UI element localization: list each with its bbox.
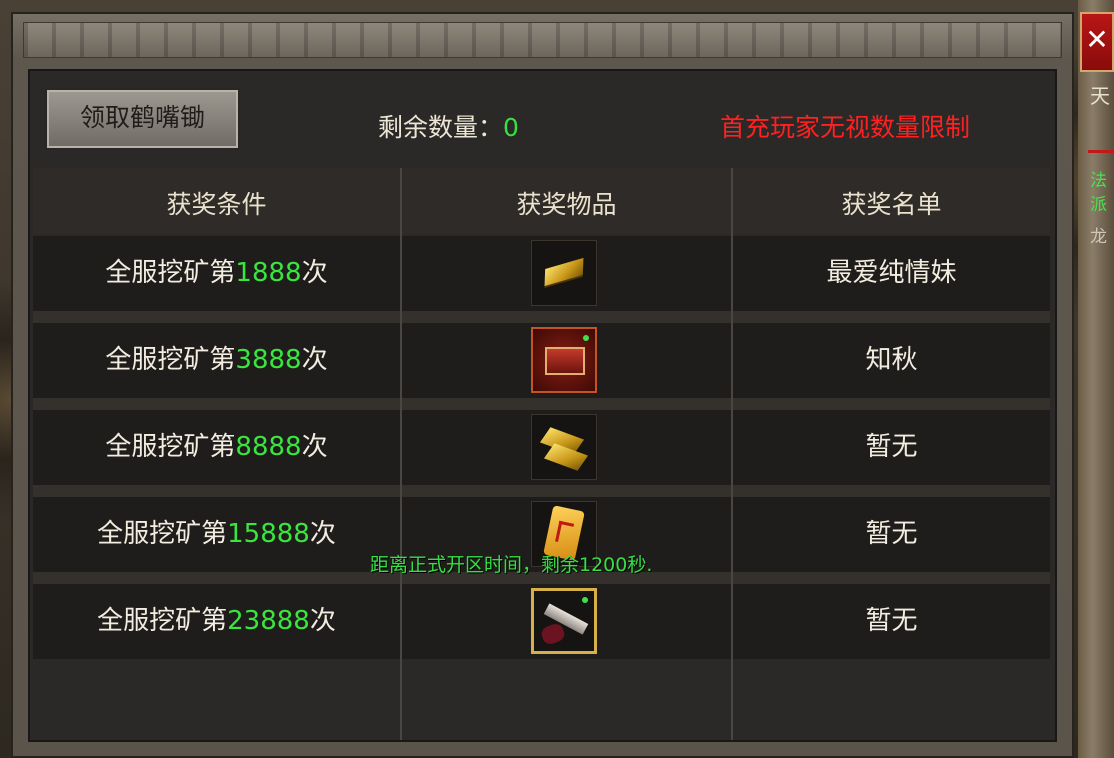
condition-prefix: 全服挖矿第 <box>105 432 236 462</box>
side-text-3: 派 <box>1090 195 1107 215</box>
condition-suffix: 次 <box>309 606 336 636</box>
column-header-item: 获奖物品 <box>402 168 731 234</box>
row-divider <box>33 485 1050 497</box>
row-divider <box>33 398 1050 410</box>
first-recharge-notice: 首充玩家无视数量限制 <box>720 113 971 142</box>
side-text-1: 天 <box>1090 84 1110 108</box>
remaining-quantity: 剩余数量：0 <box>378 108 519 144</box>
window-ornament-bar <box>23 22 1062 58</box>
winner-cell: 暂无 <box>865 606 918 636</box>
gold-stack-icon-lower <box>543 443 589 471</box>
condition-cell: 全服挖矿第1888次 <box>33 236 400 311</box>
close-button[interactable]: ✕ <box>1080 12 1114 72</box>
condition-count: 23888 <box>227 606 310 636</box>
reward-item-slot[interactable] <box>531 327 597 393</box>
table-row: 全服挖矿第1888次 最爱纯情妹 <box>33 236 1050 311</box>
row-divider <box>33 311 1050 323</box>
condition-count: 8888 <box>235 432 302 462</box>
winner-cell: 暂无 <box>865 519 918 549</box>
column-divider <box>400 168 402 740</box>
side-text-2: 法 <box>1090 171 1107 191</box>
condition-cell: 全服挖矿第8888次 <box>33 410 400 485</box>
condition-count: 3888 <box>235 345 302 375</box>
treasure-chest-icon <box>545 347 585 375</box>
relic-scroll-icon-tie <box>539 621 567 647</box>
condition-suffix: 次 <box>301 345 328 375</box>
gold-bar-icon <box>544 257 584 287</box>
winner-cell: 知秋 <box>865 345 918 375</box>
item-indicator-dot <box>582 597 588 603</box>
reward-item-slot[interactable] <box>531 240 597 306</box>
table-row: 全服挖矿第23888次 暂无 <box>33 584 1050 659</box>
condition-cell: 全服挖矿第23888次 <box>33 584 400 659</box>
condition-cell: 全服挖矿第15888次 <box>33 497 400 572</box>
condition-count: 15888 <box>227 519 310 549</box>
table-row: 全服挖矿第3888次 知秋 <box>33 323 1050 398</box>
condition-suffix: 次 <box>301 258 328 288</box>
condition-suffix: 次 <box>301 432 328 462</box>
remaining-label: 剩余数量： <box>378 113 504 142</box>
reward-item-slot[interactable] <box>531 414 597 480</box>
close-icon: ✕ <box>1085 23 1109 56</box>
condition-prefix: 全服挖矿第 <box>97 606 228 636</box>
side-game-panel: 天 法 派 龙 <box>1078 0 1114 758</box>
winner-cell: 暂无 <box>865 432 918 462</box>
condition-count: 1888 <box>235 258 302 288</box>
table-row: 全服挖矿第8888次 暂无 <box>33 410 1050 485</box>
claim-pickaxe-button[interactable]: 领取鹤嘴锄 <box>45 88 240 150</box>
condition-suffix: 次 <box>309 519 336 549</box>
reward-table: 获奖条件 获奖物品 获奖名单 全服挖矿第1888次 最爱纯情妹 全服挖矿第388… <box>33 168 1053 740</box>
server-open-countdown-message: 距离正式开区时间，剩余1200秒. <box>370 554 653 576</box>
column-header-condition: 获奖条件 <box>33 168 400 234</box>
column-divider <box>731 168 733 740</box>
condition-cell: 全服挖矿第3888次 <box>33 323 400 398</box>
remaining-value: 0 <box>503 113 519 142</box>
condition-prefix: 全服挖矿第 <box>97 519 228 549</box>
condition-prefix: 全服挖矿第 <box>105 258 236 288</box>
winner-cell: 最爱纯情妹 <box>826 258 957 288</box>
side-text-4: 龙 <box>1090 227 1107 247</box>
side-red-bar <box>1088 150 1114 153</box>
condition-prefix: 全服挖矿第 <box>105 345 236 375</box>
column-header-winners: 获奖名单 <box>733 168 1050 234</box>
item-indicator-dot <box>583 335 589 341</box>
reward-item-slot[interactable] <box>531 588 597 654</box>
